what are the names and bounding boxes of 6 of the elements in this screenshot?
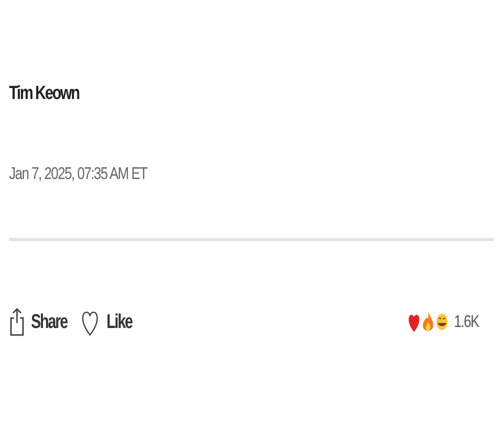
like-button[interactable]: Like bbox=[81, 307, 143, 337]
timestamp: Jan 7, 2025, 07:35 AM ET bbox=[9, 162, 148, 184]
share-icon bbox=[9, 307, 25, 337]
reaction-count: 1.6K bbox=[454, 311, 479, 334]
author-name: Tim Keown bbox=[9, 82, 79, 106]
share-button[interactable]: Share bbox=[9, 307, 69, 337]
